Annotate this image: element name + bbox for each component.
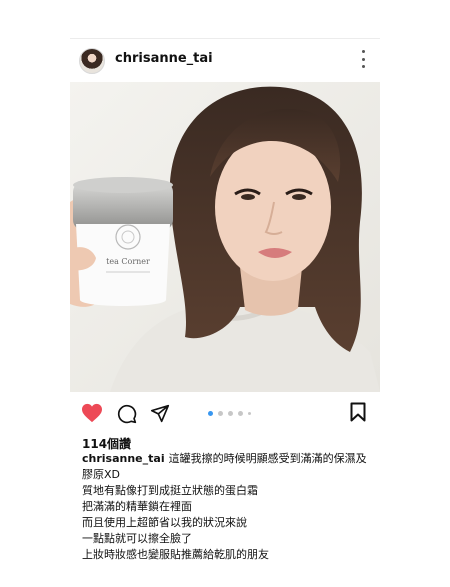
caption-line: 質地有點像打到成挺立狀態的蛋白霜 — [82, 484, 258, 497]
carousel-dot — [218, 411, 223, 416]
carousel-dot — [238, 411, 243, 416]
avatar[interactable] — [79, 48, 105, 74]
carousel-dot — [208, 411, 213, 416]
caption-username[interactable]: chrisanne_tai — [82, 452, 165, 465]
photo-illustration: tea Corner — [70, 82, 380, 392]
caption-line: 而且使用上超節省以我的狀況來說 — [82, 516, 247, 529]
caption: chrisanne_tai 這罐我擦的時候明顯感受到滿滿的保濕及膠原XD 質地有點… — [82, 451, 374, 563]
carousel-dot — [228, 411, 233, 416]
caption-line: 上妝時妝感也變服貼推薦給乾肌的朋友 — [82, 548, 269, 561]
username[interactable]: chrisanne_tai — [115, 51, 213, 66]
carousel-indicator — [208, 411, 251, 416]
caption-line: 一點點就可以擦全臉了 — [82, 532, 192, 545]
instagram-post-card: chrisanne_tai tea Corner 114個讚 chrisanne… — [70, 38, 380, 587]
caption-line: 把滿滿的精華鎖在裡面 — [82, 500, 192, 513]
post-actions — [70, 402, 380, 430]
post-header: chrisanne_tai — [70, 39, 380, 81]
carousel-dot — [248, 412, 251, 415]
likes-count[interactable]: 114個讚 — [82, 435, 131, 452]
bookmark-icon[interactable] — [350, 402, 366, 426]
post-photo[interactable]: tea Corner — [70, 82, 380, 392]
share-icon[interactable] — [150, 404, 170, 427]
more-options-icon[interactable] — [360, 50, 366, 68]
comment-icon[interactable] — [117, 404, 137, 428]
jar-label: tea Corner — [106, 257, 150, 266]
heart-icon[interactable] — [81, 403, 103, 427]
